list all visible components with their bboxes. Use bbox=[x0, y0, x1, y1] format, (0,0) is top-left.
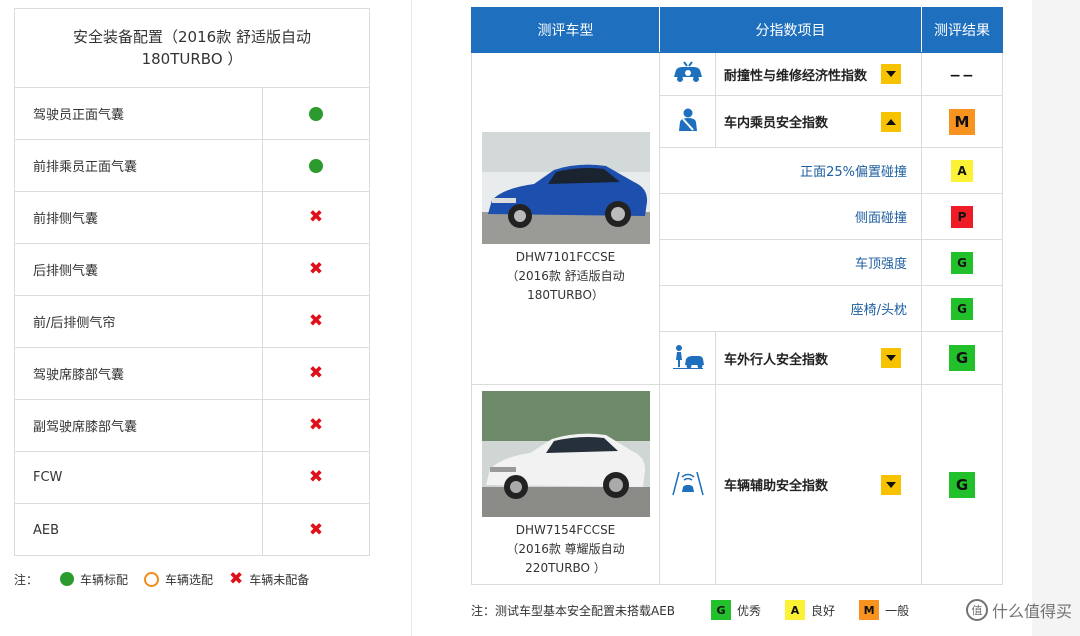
config-row: AEB ✖ bbox=[15, 504, 369, 556]
car-repair-icon bbox=[673, 61, 702, 82]
legend-label: 注： bbox=[14, 572, 39, 587]
config-row: 副驾驶席膝部气囊 ✖ bbox=[15, 400, 369, 452]
red-x-icon: ✖ bbox=[308, 207, 324, 227]
seatbelt-occupant-icon bbox=[678, 108, 697, 131]
assist-index-result: G bbox=[921, 384, 1003, 585]
config-item-status: ✖ bbox=[263, 348, 369, 399]
red-x-icon: ✖ bbox=[229, 568, 244, 589]
legend-optional: 车辆选配 bbox=[144, 571, 213, 588]
config-row: 前排乘员正面气囊 bbox=[15, 140, 369, 192]
car2-model-code: DHW7154FCCSE bbox=[515, 523, 616, 537]
config-item-status: ✖ bbox=[263, 296, 369, 347]
note-text: 注：测试车型基本安全配置未搭载AEB bbox=[471, 603, 676, 618]
car1-model-code: DHW7101FCCSE bbox=[515, 250, 616, 264]
sub-item-label: 侧面碰撞 bbox=[659, 193, 922, 240]
repair-index-result: −− bbox=[921, 52, 1003, 96]
grade-legend-a: A 良好 bbox=[785, 600, 835, 620]
header-result: 测评结果 bbox=[921, 7, 1003, 53]
red-x-icon: ✖ bbox=[308, 311, 324, 331]
grade-legend-m: M 一般 bbox=[859, 600, 909, 620]
red-x-icon: ✖ bbox=[308, 519, 324, 540]
config-item-name: 前排侧气囊 bbox=[15, 192, 263, 243]
grade-legend-g: G 优秀 bbox=[711, 600, 761, 620]
config-item-name: 驾驶席膝部气囊 bbox=[15, 348, 263, 399]
green-dot-icon bbox=[309, 106, 323, 121]
right-margin bbox=[1032, 0, 1080, 636]
config-row: 前排侧气囊 ✖ bbox=[15, 192, 369, 244]
sub-item-result: G bbox=[921, 239, 1003, 286]
occupant-index-label: 车内乘员安全指数 bbox=[715, 95, 922, 148]
config-item-status bbox=[263, 88, 369, 139]
rating-table: 测评车型 分指数项目 测评结果 DHW7101FCCSE （2016款 舒适版自… bbox=[471, 7, 1003, 585]
sub-item-label: 座椅/头枕 bbox=[659, 285, 922, 332]
sub-item-result: P bbox=[921, 193, 1003, 240]
expand-arrow-icon[interactable] bbox=[881, 348, 901, 368]
car1-engine: 180TURBO） bbox=[527, 288, 604, 302]
collapse-arrow-icon[interactable] bbox=[881, 111, 901, 132]
config-item-status: ✖ bbox=[263, 504, 369, 556]
pedestrian-index-result: G bbox=[921, 331, 1003, 385]
car2-cell: DHW7154FCCSE （2016款 尊耀版自动 220TURBO ） bbox=[471, 384, 660, 585]
header-model: 测评车型 bbox=[471, 7, 660, 53]
config-item-name: 副驾驶席膝部气囊 bbox=[15, 400, 263, 451]
config-row: 驾驶席膝部气囊 ✖ bbox=[15, 348, 369, 400]
divider bbox=[411, 0, 412, 636]
rating-note: 注：测试车型基本安全配置未搭载AEB G 优秀 A 良好 M 一般 bbox=[471, 596, 933, 624]
car1-cell: DHW7101FCCSE （2016款 舒适版自动 180TURBO） bbox=[471, 52, 660, 385]
config-title-line1: 安全装备配置（2016款 舒适版自动 bbox=[73, 28, 311, 46]
config-item-status: ✖ bbox=[263, 192, 369, 243]
header-index: 分指数项目 bbox=[659, 7, 922, 53]
expand-arrow-icon[interactable] bbox=[881, 64, 901, 84]
legend-standard: 车辆标配 bbox=[60, 571, 128, 588]
config-item-name: 后排侧气囊 bbox=[15, 244, 263, 295]
red-x-icon: ✖ bbox=[308, 415, 324, 435]
car2-engine: 220TURBO ） bbox=[525, 561, 606, 575]
config-item-status: ✖ bbox=[263, 452, 369, 503]
red-x-icon: ✖ bbox=[308, 467, 324, 487]
sub-item-result: A bbox=[921, 147, 1003, 194]
config-item-name: AEB bbox=[15, 504, 263, 556]
config-title-line2: 180TURBO ） bbox=[141, 50, 243, 68]
watermark: 值 什么值得买 bbox=[965, 598, 1072, 622]
repair-index-label: 耐撞性与维修经济性指数 bbox=[715, 52, 922, 96]
red-x-icon: ✖ bbox=[308, 259, 324, 279]
green-dot-icon bbox=[60, 572, 75, 586]
car2-photo bbox=[481, 391, 650, 517]
car1-trim: （2016款 舒适版自动 bbox=[506, 269, 625, 283]
expand-arrow-icon[interactable] bbox=[881, 474, 901, 495]
config-table-title: 安全装备配置（2016款 舒适版自动 180TURBO ） bbox=[15, 9, 369, 88]
pedestrian-car-icon bbox=[672, 345, 704, 369]
config-legend: 注： 车辆标配 车辆选配 ✖ 车辆未配备 bbox=[14, 566, 325, 592]
car2-trim: （2016款 尊耀版自动 bbox=[506, 542, 625, 556]
car1-photo bbox=[481, 132, 650, 244]
driver-assist-icon bbox=[671, 471, 704, 495]
config-item-name: 前排乘员正面气囊 bbox=[15, 140, 263, 191]
config-item-status bbox=[263, 140, 369, 191]
pedestrian-index-label: 车外行人安全指数 bbox=[715, 331, 922, 385]
config-row: FCW ✖ bbox=[15, 452, 369, 504]
sub-item-label: 车顶强度 bbox=[659, 239, 922, 286]
sub-item-result: G bbox=[921, 285, 1003, 332]
assist-index-label: 车辆辅助安全指数 bbox=[715, 384, 922, 585]
config-item-name: 前/后排侧气帘 bbox=[15, 296, 263, 347]
orange-circle-icon bbox=[144, 571, 160, 587]
config-row: 后排侧气囊 ✖ bbox=[15, 244, 369, 296]
config-item-status: ✖ bbox=[263, 244, 369, 295]
safety-config-table: 安全装备配置（2016款 舒适版自动 180TURBO ） 驾驶员正面气囊 前排乘… bbox=[14, 8, 370, 556]
config-item-name: 驾驶员正面气囊 bbox=[15, 88, 263, 139]
occupant-index-result: M bbox=[921, 95, 1003, 148]
config-row: 驾驶员正面气囊 bbox=[15, 88, 369, 140]
green-dot-icon bbox=[309, 158, 323, 173]
config-item-status: ✖ bbox=[263, 400, 369, 451]
watermark-logo-icon: 值 bbox=[965, 599, 988, 621]
red-x-icon: ✖ bbox=[308, 363, 324, 383]
config-item-name: FCW bbox=[15, 452, 263, 503]
sub-item-label: 正面25%偏置碰撞 bbox=[659, 147, 922, 194]
config-row: 前/后排侧气帘 ✖ bbox=[15, 296, 369, 348]
legend-none: ✖ 车辆未配备 bbox=[229, 568, 310, 589]
